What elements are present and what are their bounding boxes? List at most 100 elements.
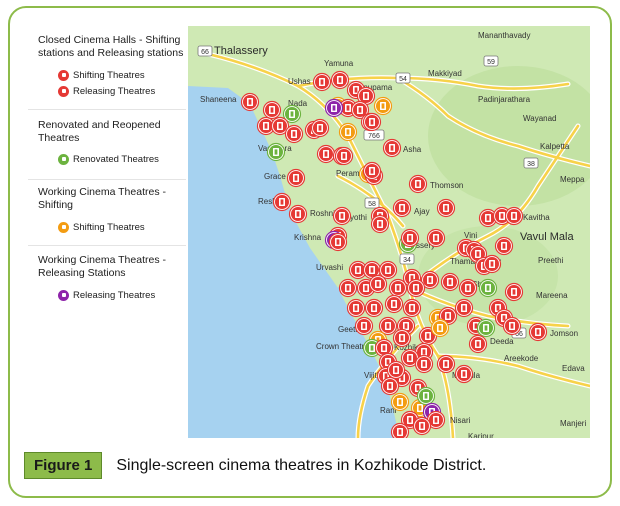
closed-theatre-marker[interactable] [316, 144, 336, 164]
closed-theatre-marker[interactable] [390, 422, 410, 439]
closed-theatre-marker[interactable] [454, 298, 474, 318]
closed-theatre-marker[interactable] [328, 232, 348, 252]
closed-theatre-marker[interactable] [386, 360, 406, 380]
map-legend: Closed Cinema Halls - Shifting stations … [28, 26, 188, 316]
place-label: Grace [264, 172, 286, 181]
closed-theatre-marker[interactable] [406, 278, 426, 298]
renovated-theatre-marker[interactable] [416, 386, 436, 406]
closed-theatre-marker[interactable] [364, 298, 384, 318]
legend-item[interactable]: Releasing Theatres [58, 84, 155, 98]
place-label: Thalassery [214, 45, 268, 57]
figure-label: Figure 1 [24, 452, 103, 479]
closed-theatre-marker[interactable] [436, 198, 456, 218]
closed-theatre-marker[interactable] [402, 298, 422, 318]
legend-item-label: Shifting Theatres [73, 221, 145, 233]
closed-theatre-marker[interactable] [440, 272, 460, 292]
closed-theatre-marker[interactable] [392, 198, 412, 218]
legend-section-title: Working Cinema Theatres - Releasing Stat… [38, 254, 166, 279]
releasing-theatre-marker[interactable] [324, 98, 344, 118]
place-label: Thomson [430, 181, 463, 190]
legend-item[interactable]: Renovated Theatres [58, 152, 159, 166]
closed-theatre-marker[interactable] [454, 364, 474, 384]
closed-theatre-marker[interactable] [332, 206, 352, 226]
place-label: Kavitha [523, 213, 550, 222]
closed-theatre-marker[interactable] [494, 236, 514, 256]
map-view[interactable]: Thalassery Yamuna Mananthavady Ushas Anupama… [188, 26, 590, 438]
closed-theatre-marker[interactable] [392, 328, 412, 348]
place-label: Jomson [550, 329, 578, 338]
place-label: Asha [403, 145, 422, 154]
legend-item[interactable]: Shifting Theatres [58, 68, 145, 82]
closed-theatre-marker[interactable] [502, 316, 522, 336]
closed-theatre-marker[interactable] [504, 206, 524, 226]
svg-text:38: 38 [527, 161, 535, 168]
closed-theatre-marker[interactable] [310, 118, 330, 138]
closed-theatre-marker[interactable] [414, 354, 434, 374]
closed-theatre-marker[interactable] [284, 124, 304, 144]
closed-theatre-marker[interactable] [362, 112, 382, 132]
closed-theatre-marker[interactable] [272, 192, 292, 212]
closed-theatre-marker[interactable] [408, 174, 428, 194]
closed-theatre-marker[interactable] [334, 146, 354, 166]
closed-theatre-marker[interactable] [370, 214, 390, 234]
closed-theatre-marker[interactable] [436, 354, 456, 374]
legend-item-label: Renovated Theatres [73, 153, 159, 165]
closed-theatre-marker[interactable] [362, 161, 382, 181]
closed-theatre-marker[interactable] [482, 254, 502, 274]
closed-theatre-marker[interactable] [468, 334, 488, 354]
place-label: Vini [464, 231, 477, 240]
closed-theatre-marker[interactable] [400, 228, 420, 248]
shifting-theatre-marker[interactable] [390, 392, 410, 412]
svg-text:58: 58 [368, 201, 376, 208]
marker-icon [58, 221, 69, 233]
svg-text:54: 54 [399, 76, 407, 83]
road-shield-icon: 66 [197, 45, 213, 57]
closed-theatre-marker[interactable] [262, 100, 282, 120]
place-label: Karipur [468, 432, 494, 438]
closed-theatre-marker[interactable] [388, 278, 408, 298]
place-label: Kalpetta [540, 142, 570, 151]
renovated-theatre-marker[interactable] [476, 318, 496, 338]
legend-item[interactable]: Shifting Theatres [58, 220, 145, 234]
place-label: Urvashi [316, 263, 343, 272]
closed-theatre-marker[interactable] [426, 228, 446, 248]
place-label: Deeda [490, 337, 514, 346]
road-shield-icon: 59 [483, 55, 499, 67]
map-canvas[interactable]: ThalasseryYamunaMananthavadyUshasAnupama… [188, 26, 590, 438]
place-label: Roshni [310, 209, 335, 218]
place-label: Mareena [536, 291, 568, 300]
renovated-theatre-marker[interactable] [266, 142, 286, 162]
place-label: Wayanad [523, 114, 557, 123]
shifting-theatre-marker[interactable] [338, 122, 358, 142]
caption-text: Single-screen cinema theatres in Kozhiko… [116, 456, 487, 474]
shifting-theatre-marker[interactable] [430, 318, 450, 338]
svg-text:766: 766 [368, 133, 380, 140]
place-label: Ushas [288, 77, 311, 86]
svg-text:59: 59 [487, 59, 495, 66]
closed-theatre-marker[interactable] [354, 316, 374, 336]
closed-theatre-marker[interactable] [528, 322, 548, 342]
closed-theatre-marker[interactable] [368, 274, 388, 294]
place-label: Edava [562, 364, 585, 373]
closed-theatre-marker[interactable] [382, 138, 402, 158]
place-label: Shaneena [200, 95, 237, 104]
place-label: Manjeri [560, 419, 586, 428]
legend-item[interactable]: Releasing Theatres [58, 288, 155, 302]
closed-theatre-marker[interactable] [504, 282, 524, 302]
closed-theatre-marker[interactable] [412, 416, 432, 436]
renovated-theatre-marker[interactable] [478, 278, 498, 298]
closed-theatre-marker[interactable] [346, 298, 366, 318]
closed-theatre-marker[interactable] [286, 168, 306, 188]
place-label: Vavul Mala [520, 231, 574, 243]
closed-theatre-marker[interactable] [288, 204, 308, 224]
closed-theatre-marker[interactable] [384, 294, 404, 314]
closed-theatre-marker[interactable] [338, 278, 358, 298]
closed-theatre-marker[interactable] [240, 92, 260, 112]
closed-theatre-marker[interactable] [312, 72, 332, 92]
closed-theatre-marker[interactable] [330, 70, 350, 90]
closed-theatre-marker[interactable] [380, 376, 400, 396]
place-label: Areekode [504, 354, 539, 363]
shifting-theatre-marker[interactable] [373, 96, 393, 116]
closed-theatre-marker[interactable] [458, 278, 478, 298]
place-label: Nisari [450, 416, 471, 425]
